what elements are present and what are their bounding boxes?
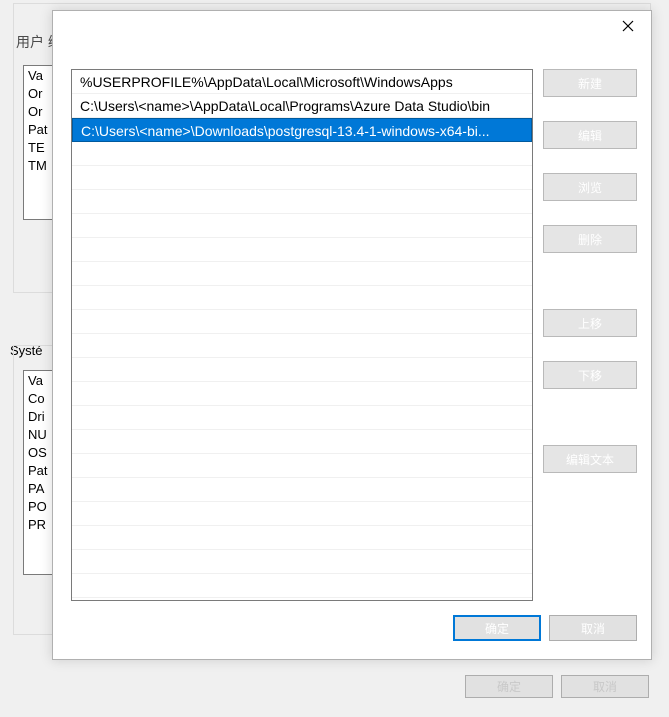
path-row[interactable] [72,334,532,358]
move-up-button[interactable]: 上移 [543,309,637,337]
path-row[interactable]: C:\Users\<name>\AppData\Local\Programs\A… [72,94,532,118]
new-button[interactable]: 新建 [543,69,637,97]
path-row[interactable] [72,310,532,334]
delete-button[interactable]: 删除 [543,225,637,253]
path-row[interactable]: C:\Users\<name>\Downloads\postgresql-13.… [72,118,532,142]
path-row[interactable] [72,262,532,286]
path-row[interactable] [72,550,532,574]
browse-button[interactable]: 浏览 [543,173,637,201]
path-row[interactable] [72,430,532,454]
path-row[interactable] [72,478,532,502]
edit-env-dialog: %USERPROFILE%\AppData\Local\Microsoft\Wi… [52,10,652,660]
path-row[interactable] [72,526,532,550]
path-row[interactable] [72,142,532,166]
edit-text-button[interactable]: 编辑文本 [543,445,637,473]
path-row[interactable] [72,502,532,526]
path-row[interactable] [72,286,532,310]
ok-button[interactable]: 确定 [453,615,541,641]
parent-ok-button[interactable]: 确定 [465,675,553,698]
edit-button[interactable]: 编辑 [543,121,637,149]
move-down-button[interactable]: 下移 [543,361,637,389]
path-row[interactable] [72,190,532,214]
path-row[interactable] [72,406,532,430]
path-row[interactable] [72,574,532,598]
path-row[interactable]: %USERPROFILE%\AppData\Local\Microsoft\Wi… [72,70,532,94]
path-row[interactable] [72,454,532,478]
path-list[interactable]: %USERPROFILE%\AppData\Local\Microsoft\Wi… [71,69,533,601]
path-row[interactable] [72,382,532,406]
cancel-button[interactable]: 取消 [549,615,637,641]
path-row[interactable] [72,214,532,238]
path-row[interactable] [72,166,532,190]
parent-cancel-button[interactable]: 取消 [561,675,649,698]
close-icon[interactable] [615,13,641,39]
path-row[interactable] [72,238,532,262]
path-row[interactable] [72,358,532,382]
